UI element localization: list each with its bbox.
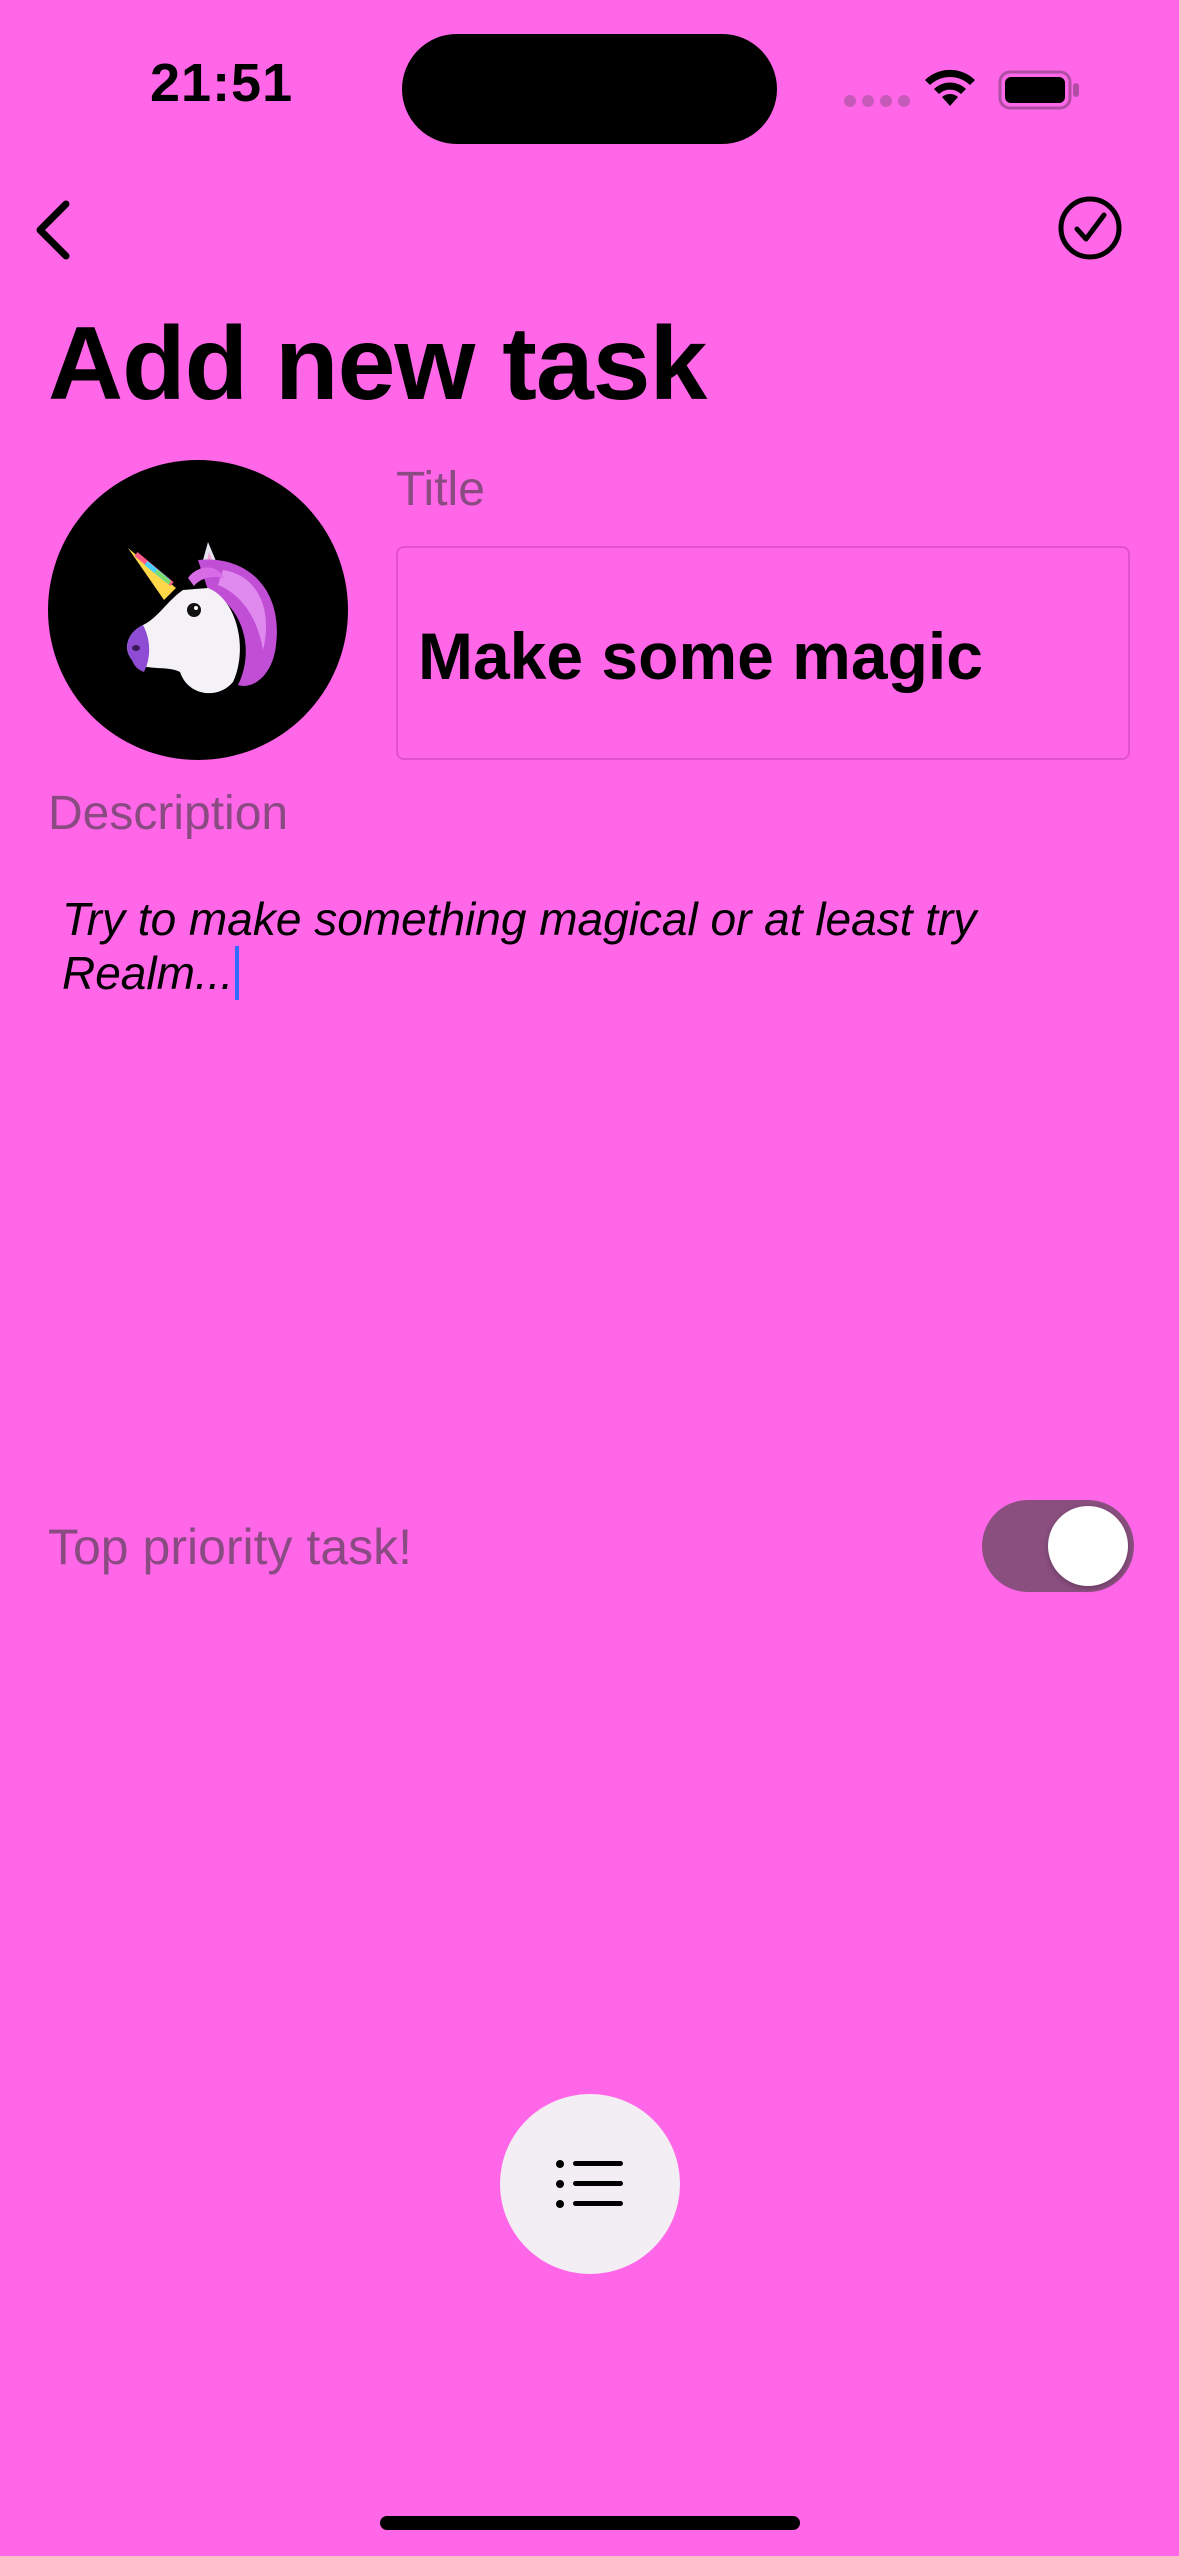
dynamic-island (402, 34, 777, 144)
chevron-left-icon (36, 200, 70, 260)
title-value: Make some magic (418, 619, 983, 693)
checkmark-circle-icon (1058, 196, 1122, 260)
done-button[interactable] (1050, 190, 1130, 270)
title-input[interactable]: Make some magic (396, 546, 1130, 760)
description-label: Description (48, 787, 289, 840)
status-time: 21:51 (150, 53, 294, 113)
priority-toggle[interactable] (982, 1500, 1134, 1592)
priority-label: Top priority task! (48, 1519, 413, 1575)
avatar[interactable] (48, 460, 348, 760)
description-textarea[interactable]: Try to make something magical or at leas… (62, 892, 1062, 1000)
toggle-knob (1048, 1506, 1128, 1586)
battery-icon (998, 70, 1082, 115)
unicorn-icon (127, 542, 277, 694)
signal-icon (844, 94, 916, 112)
home-indicator (380, 2516, 800, 2530)
wifi-icon (922, 64, 978, 113)
list-icon (556, 2160, 623, 2208)
description-value: Try to make something magical or at leas… (62, 893, 977, 999)
list-button[interactable] (500, 2094, 680, 2274)
title-label: Title (396, 463, 485, 516)
text-caret (235, 946, 240, 1000)
back-button[interactable] (18, 190, 98, 270)
page-title: Add new task (48, 306, 707, 422)
